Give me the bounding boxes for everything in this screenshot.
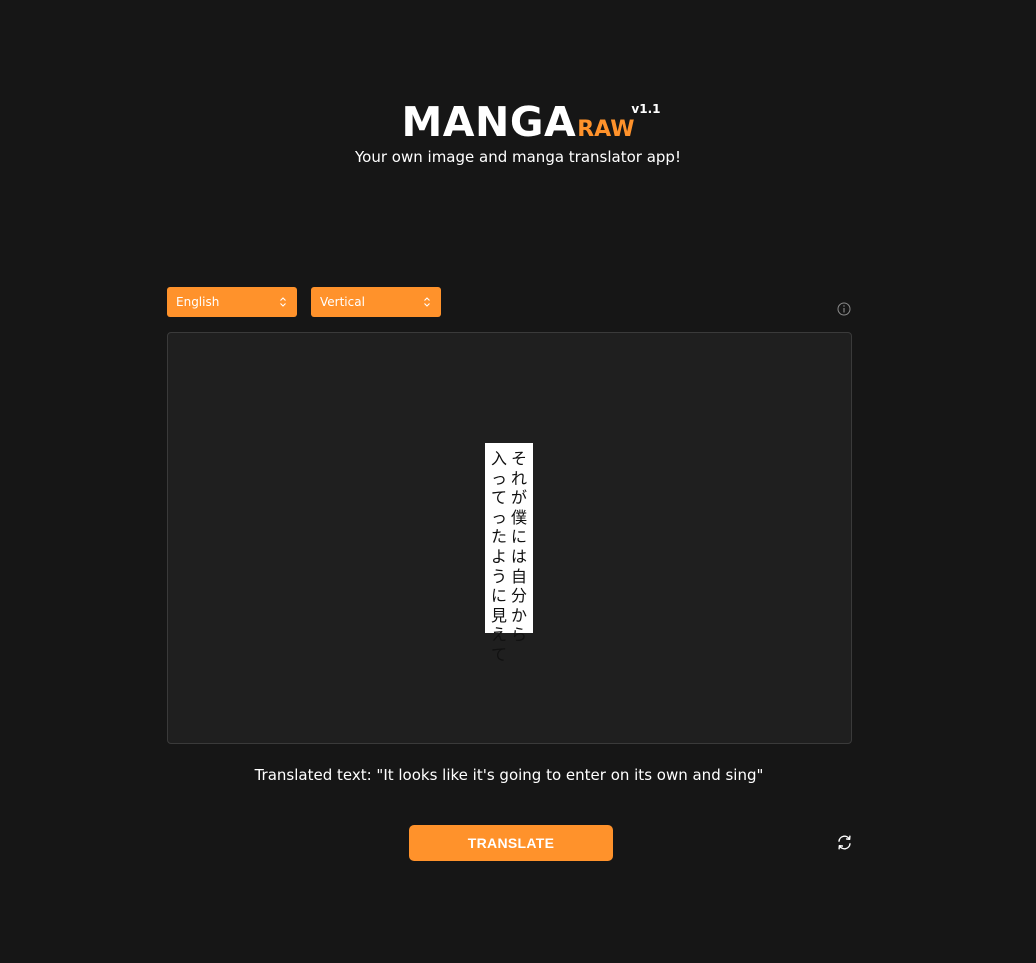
orientation-select[interactable]: Vertical bbox=[311, 287, 441, 317]
manga-char: っ bbox=[490, 507, 507, 527]
manga-column-left: 入ってったように見えて bbox=[488, 449, 510, 665]
manga-char: れ bbox=[510, 468, 527, 488]
language-select-value: English bbox=[176, 295, 220, 309]
manga-char: ら bbox=[510, 625, 527, 645]
manga-char: う bbox=[490, 566, 507, 586]
chevron-up-down-icon bbox=[280, 297, 286, 307]
info-icon[interactable] bbox=[837, 302, 851, 316]
manga-char: は bbox=[510, 546, 527, 566]
app-page: MANGARAW v1.1 Your own image and manga t… bbox=[0, 0, 1036, 963]
logo-sub: RAW bbox=[577, 117, 635, 142]
refresh-icon[interactable] bbox=[836, 834, 853, 851]
logo-name: MANGA bbox=[401, 98, 577, 146]
translated-text: Translated text: "It looks like it's goi… bbox=[254, 766, 764, 784]
manga-char: が bbox=[510, 488, 527, 508]
manga-char: え bbox=[490, 625, 507, 645]
manga-char: 入 bbox=[490, 449, 507, 468]
tagline: Your own image and manga translator app! bbox=[355, 148, 681, 166]
manga-char: て bbox=[490, 644, 507, 664]
manga-char: に bbox=[510, 527, 527, 547]
manga-char: に bbox=[490, 586, 507, 606]
manga-char: よ bbox=[490, 546, 507, 566]
manga-text-image: それが僕には自分から 入ってったように見えて bbox=[485, 443, 533, 664]
manga-char: 見 bbox=[490, 605, 507, 625]
manga-char: 僕 bbox=[510, 507, 527, 527]
manga-char: っ bbox=[490, 468, 507, 488]
manga-char: て bbox=[490, 488, 507, 508]
translate-button[interactable]: TRANSLATE bbox=[409, 825, 613, 861]
manga-char: か bbox=[510, 605, 527, 625]
manga-char: 自 bbox=[510, 566, 527, 586]
brand-header: MANGARAW v1.1 bbox=[0, 98, 1036, 146]
image-drop-area[interactable]: それが僕には自分から 入ってったように見えて bbox=[167, 332, 852, 744]
manga-char: 分 bbox=[510, 586, 527, 606]
version-badge: v1.1 bbox=[631, 102, 661, 116]
manga-char: た bbox=[490, 527, 507, 547]
language-select[interactable]: English bbox=[167, 287, 297, 317]
app-logo: MANGARAW v1.1 bbox=[401, 98, 661, 146]
manga-char: そ bbox=[510, 449, 527, 468]
manga-column-right: それが僕には自分から bbox=[508, 449, 530, 645]
chevron-up-down-icon bbox=[424, 297, 430, 307]
orientation-select-value: Vertical bbox=[320, 295, 365, 309]
